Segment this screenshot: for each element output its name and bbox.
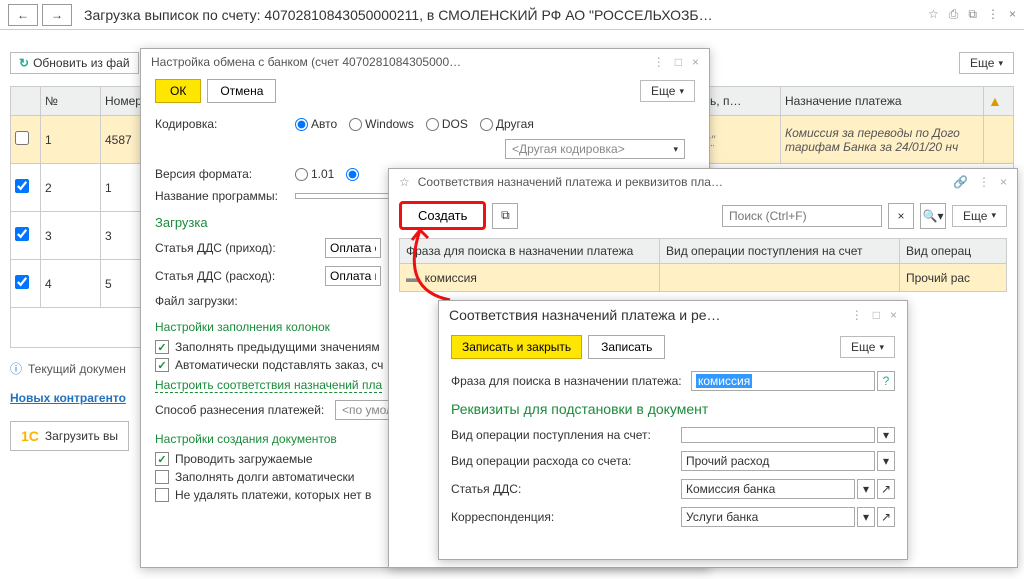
kebab-icon[interactable]: ⋮ bbox=[851, 308, 863, 322]
copy-button[interactable]: ⧉ bbox=[492, 203, 518, 229]
close-icon[interactable]: × bbox=[692, 55, 699, 69]
print-icon[interactable]: ⎙ bbox=[949, 7, 959, 22]
row-checkbox[interactable] bbox=[15, 275, 29, 289]
dropdown-button[interactable]: ▾ bbox=[877, 451, 895, 471]
new-counterparties-link[interactable]: Новых контрагенто bbox=[10, 391, 126, 405]
page-title: Загрузка выписок по счету: 4070281084305… bbox=[76, 7, 928, 23]
cancel-button[interactable]: Отмена bbox=[207, 79, 276, 103]
table-row[interactable]: ▬ комиссия Прочий рас bbox=[400, 264, 1007, 292]
kebab-icon[interactable]: ⋮ bbox=[978, 175, 990, 189]
refresh-label: Обновить из фай bbox=[33, 56, 129, 70]
warning-icon: ▲ bbox=[988, 93, 1002, 109]
ver-101-radio[interactable]: 1.01 bbox=[295, 167, 334, 181]
col-op-in[interactable]: Вид операции поступления на счет bbox=[660, 239, 900, 264]
current-doc-label: Текущий докумен bbox=[28, 362, 126, 376]
save-button[interactable]: Записать bbox=[588, 335, 665, 359]
dialog-title: Соответствия назначений платежа и реквиз… bbox=[418, 175, 945, 189]
dds-in-label: Статья ДДС (приход): bbox=[155, 241, 325, 255]
sub-heading: Реквизиты для подстановки в документ bbox=[451, 401, 895, 417]
kebab-icon[interactable]: ⋮ bbox=[987, 7, 999, 22]
prog-label: Название программы: bbox=[155, 189, 295, 203]
create-button[interactable]: Создать bbox=[399, 201, 486, 230]
dialog-title: Соответствия назначений платежа и ре… bbox=[449, 307, 843, 323]
refresh-icon: ↻ bbox=[19, 56, 29, 70]
help-button[interactable]: ? bbox=[877, 371, 895, 391]
matches-table: Фраза для поиска в назначении платежа Ви… bbox=[399, 238, 1007, 292]
col-purpose[interactable]: Назначение платежа bbox=[781, 87, 984, 116]
more-button[interactable]: Еще▾ bbox=[840, 336, 895, 358]
search-button[interactable]: 🔍▾ bbox=[920, 203, 946, 229]
nav-back-button[interactable]: ← bbox=[8, 4, 38, 26]
load-button[interactable]: 1C Загрузить вы bbox=[10, 421, 129, 451]
match-link[interactable]: Настроить соответствия назначений пла bbox=[155, 378, 382, 393]
row-checkbox[interactable] bbox=[15, 179, 29, 193]
dropdown-button[interactable]: ▾ bbox=[857, 507, 875, 527]
maximize-icon[interactable]: □ bbox=[873, 308, 880, 322]
more-button[interactable]: Еще▾ bbox=[959, 52, 1014, 74]
col-op-out[interactable]: Вид операц bbox=[900, 239, 1007, 264]
phrase-label: Фраза для поиска в назначении платежа: bbox=[451, 374, 691, 388]
refresh-button[interactable]: ↻ Обновить из фай bbox=[10, 52, 139, 74]
close-icon[interactable]: × bbox=[890, 308, 897, 322]
col-num[interactable]: № bbox=[41, 87, 101, 116]
maximize-icon[interactable]: □ bbox=[675, 55, 682, 69]
close-icon[interactable]: × bbox=[1009, 7, 1016, 22]
enc-win-radio[interactable]: Windows bbox=[349, 117, 414, 131]
phrase-input[interactable]: комиссия bbox=[691, 371, 875, 391]
match-edit-dialog: Соответствия назначений платежа и ре… ⋮ … bbox=[438, 300, 908, 560]
chevron-down-icon: ▾ bbox=[998, 58, 1003, 69]
dropdown-button[interactable]: ▾ bbox=[857, 479, 875, 499]
search-clear-button[interactable]: × bbox=[888, 203, 914, 229]
other-encoding-select[interactable]: <Другая кодировка>▾ bbox=[505, 139, 685, 159]
save-close-button[interactable]: Записать и закрыть bbox=[451, 335, 582, 359]
more-button[interactable]: Еще▾ bbox=[640, 80, 695, 102]
enc-dos-radio[interactable]: DOS bbox=[426, 117, 468, 131]
dds-in-input[interactable] bbox=[325, 238, 381, 258]
row-checkbox[interactable] bbox=[15, 131, 29, 145]
op-in-label: Вид операции поступления на счет: bbox=[451, 428, 681, 442]
one-c-icon: 1C bbox=[21, 428, 39, 444]
dds-out-input[interactable] bbox=[325, 266, 381, 286]
dds-out-label: Статья ДДС (расход): bbox=[155, 269, 325, 283]
dropdown-button[interactable]: ▾ bbox=[877, 427, 895, 443]
dds-select[interactable]: Комиссия банка bbox=[681, 479, 855, 499]
corr-label: Корреспонденция: bbox=[451, 510, 681, 524]
corr-select[interactable]: Услуги банка bbox=[681, 507, 855, 527]
close-icon[interactable]: × bbox=[1000, 175, 1007, 189]
star-icon[interactable]: ☆ bbox=[399, 175, 410, 189]
enc-other-radio[interactable]: Другая bbox=[480, 117, 534, 131]
dialog-title: Настройка обмена с банком (счет 40702810… bbox=[151, 55, 645, 69]
kebab-icon[interactable]: ⋮ bbox=[653, 55, 665, 69]
pin-icon[interactable]: ☆ bbox=[928, 7, 939, 22]
op-out-label: Вид операции расхода со счета: bbox=[451, 454, 681, 468]
ver-other-radio[interactable] bbox=[346, 168, 359, 181]
version-label: Версия формата: bbox=[155, 167, 295, 181]
op-in-select[interactable] bbox=[681, 427, 875, 443]
file-label: Файл загрузки: bbox=[155, 294, 325, 308]
info-icon: ⓘ bbox=[10, 360, 22, 377]
encoding-label: Кодировка: bbox=[155, 117, 295, 131]
col-phrase[interactable]: Фраза для поиска в назначении платежа bbox=[400, 239, 660, 264]
enc-auto-radio[interactable]: Авто bbox=[295, 117, 337, 131]
search-input[interactable] bbox=[722, 205, 882, 227]
nav-forward-button[interactable]: → bbox=[42, 4, 72, 26]
more-button[interactable]: Еще▾ bbox=[952, 205, 1007, 227]
link-icon[interactable]: 🔗 bbox=[953, 175, 968, 189]
split-label: Способ разнесения платежей: bbox=[155, 403, 335, 417]
dds-label: Статья ДДС: bbox=[451, 482, 681, 496]
ok-button[interactable]: ОК bbox=[155, 79, 201, 103]
copy-icon[interactable]: ⧉ bbox=[968, 7, 977, 22]
open-button[interactable]: ↗ bbox=[877, 479, 895, 499]
open-button[interactable]: ↗ bbox=[877, 507, 895, 527]
op-out-select[interactable]: Прочий расход bbox=[681, 451, 875, 471]
row-checkbox[interactable] bbox=[15, 227, 29, 241]
